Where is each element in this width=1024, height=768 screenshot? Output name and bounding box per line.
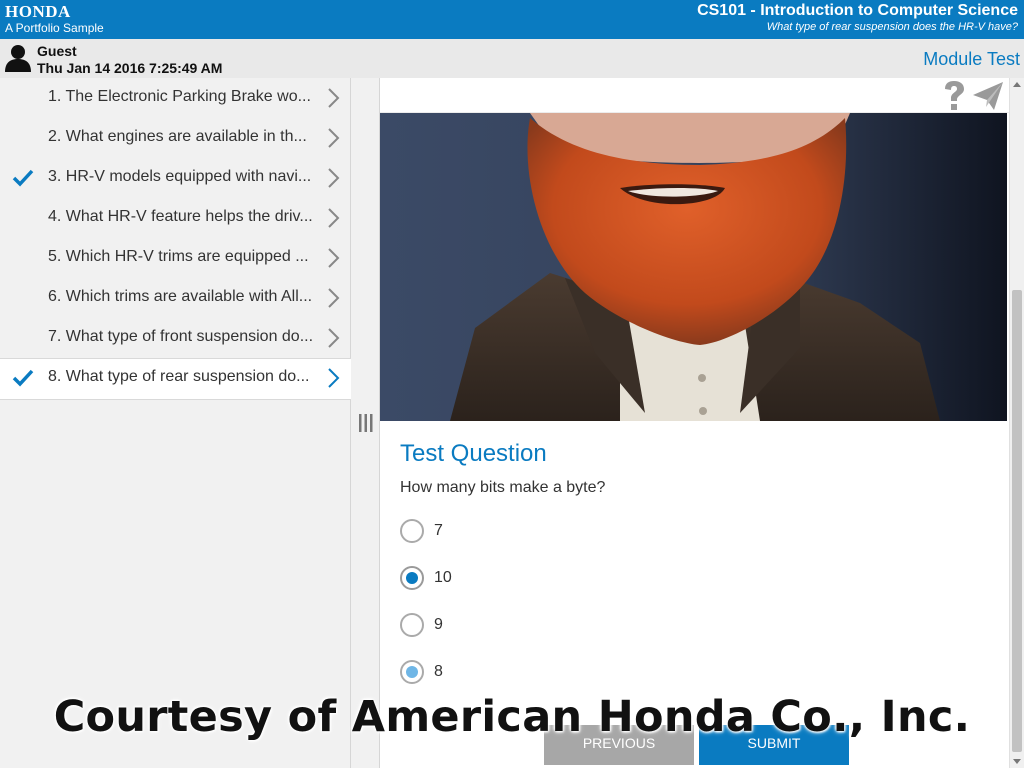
chevron-right-icon <box>328 128 340 148</box>
question-list-item-label: 5. Which HR-V trims are equipped ... <box>48 248 309 265</box>
drag-handle-icon <box>359 414 373 432</box>
vertical-scrollbar[interactable] <box>1009 78 1024 768</box>
answer-label: 9 <box>434 616 443 633</box>
question-image <box>380 113 1007 421</box>
send-icon[interactable] <box>972 81 1004 111</box>
toolbar <box>380 78 1009 113</box>
checkmark-icon <box>12 169 34 187</box>
question-list-item-label: 4. What HR-V feature helps the driv... <box>48 208 313 225</box>
help-icon[interactable] <box>941 80 967 112</box>
question-list-item-label: 8. What type of rear suspension do... <box>48 368 310 385</box>
courtesy-watermark: Courtesy of American Honda Co., Inc. <box>53 692 971 742</box>
chevron-right-icon <box>328 368 340 388</box>
question-prompt: How many bits make a byte? <box>400 479 606 496</box>
chevron-right-icon <box>328 288 340 308</box>
chevron-right-icon <box>328 328 340 348</box>
course-info: CS101 - Introduction to Computer Science… <box>697 2 1018 35</box>
scroll-up-arrow-icon[interactable] <box>1013 82 1021 87</box>
question-list-item-label: 1. The Electronic Parking Brake wo... <box>48 88 311 105</box>
answer-option-2[interactable]: 10 <box>400 566 700 592</box>
chevron-right-icon <box>328 168 340 188</box>
brand-logo: HONDA <box>5 2 71 21</box>
question-list-item-7[interactable]: 7. What type of front suspension do... <box>0 318 351 358</box>
user-bar: Guest Thu Jan 14 2016 7:25:49 AM Module … <box>0 39 1024 78</box>
radio-button[interactable] <box>400 613 424 637</box>
scroll-down-arrow-icon[interactable] <box>1013 759 1021 764</box>
brand-subtitle: A Portfolio Sample <box>5 21 104 35</box>
user-name: Guest <box>37 43 77 59</box>
question-list-item-label: 7. What type of front suspension do... <box>48 328 314 345</box>
top-header-bar: HONDA A Portfolio Sample CS101 - Introdu… <box>0 0 1024 39</box>
answer-option-3[interactable]: 9 <box>400 613 700 639</box>
answer-label: 7 <box>434 522 443 539</box>
question-list-item-label: 6. Which trims are available with All... <box>48 288 313 305</box>
scrollbar-thumb[interactable] <box>1012 290 1022 752</box>
answer-label: 10 <box>434 569 452 586</box>
module-title: Module Test <box>923 49 1020 69</box>
answer-option-4[interactable]: 8 <box>400 660 700 686</box>
session-datetime: Thu Jan 14 2016 7:25:49 AM <box>37 60 223 76</box>
chevron-right-icon <box>328 248 340 268</box>
question-list-item-4[interactable]: 4. What HR-V feature helps the driv... <box>0 198 351 238</box>
checkmark-icon <box>12 369 34 387</box>
question-list-item-6[interactable]: 6. Which trims are available with All... <box>0 278 351 318</box>
question-list-item-3[interactable]: 3. HR-V models equipped with navi... <box>0 158 351 198</box>
question-list-item-1[interactable]: 1. The Electronic Parking Brake wo... <box>0 78 351 118</box>
brand: HONDA A Portfolio Sample <box>5 2 104 36</box>
question-content-panel: Test Question How many bits make a byte?… <box>380 78 1009 768</box>
question-list-item-8[interactable]: 8. What type of rear suspension do... <box>0 358 351 400</box>
radio-button-hover[interactable] <box>400 660 424 684</box>
question-list-sidebar: 1. The Electronic Parking Brake wo... 2.… <box>0 78 351 768</box>
question-list-item-label: 3. HR-V models equipped with navi... <box>48 168 312 185</box>
user-avatar-icon <box>5 45 31 72</box>
current-question-subtitle: What type of rear suspension does the HR… <box>766 21 1018 33</box>
answer-option-1[interactable]: 7 <box>400 519 700 545</box>
panel-splitter[interactable] <box>351 78 380 768</box>
question-list-item-5[interactable]: 5. Which HR-V trims are equipped ... <box>0 238 351 278</box>
question-list-item-label: 2. What engines are available in th... <box>48 128 307 145</box>
question-list-item-2[interactable]: 2. What engines are available in th... <box>0 118 351 158</box>
answer-label: 8 <box>434 663 443 680</box>
chevron-right-icon <box>328 88 340 108</box>
radio-button-selected[interactable] <box>400 566 424 590</box>
radio-button[interactable] <box>400 519 424 543</box>
question-title: Test Question <box>400 440 547 467</box>
course-title: CS101 - Introduction to Computer Science <box>697 2 1018 19</box>
chevron-right-icon <box>328 208 340 228</box>
